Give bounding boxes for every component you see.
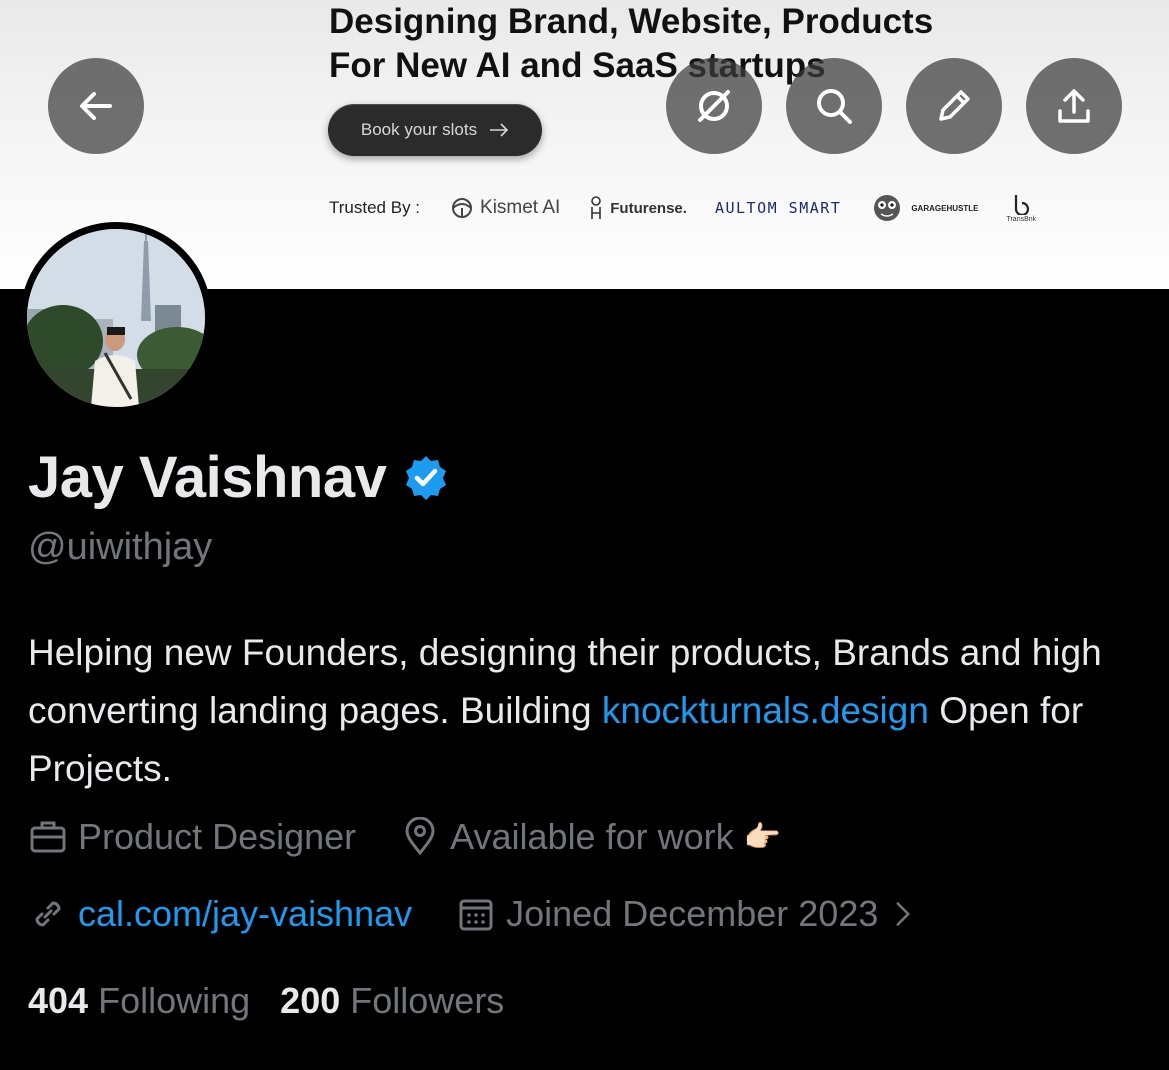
- grok-button[interactable]: [666, 58, 762, 154]
- following-label: Following: [98, 980, 251, 1021]
- trusted-by-label: Trusted By :: [329, 198, 421, 217]
- back-button[interactable]: [48, 58, 144, 154]
- chevron-right-icon: [896, 902, 910, 926]
- book-slots-label: Book your slots: [360, 120, 478, 139]
- following-stat[interactable]: 404 Following: [28, 980, 250, 1022]
- follow-stats: 404 Following 200 Followers: [28, 980, 504, 1022]
- profile-name-row: Jay Vaishnav: [28, 444, 450, 511]
- verified-badge-icon[interactable]: [402, 454, 450, 502]
- futurense-logo: Futurense.: [588, 195, 687, 221]
- pointing-hand-icon: 👉🏻: [743, 820, 781, 854]
- share-icon: [1058, 89, 1090, 123]
- link-icon: [35, 901, 61, 927]
- grok-icon: [698, 90, 730, 122]
- profile-meta-row-1: Product Designer Available for work 👉🏻: [28, 816, 825, 858]
- avatar[interactable]: [20, 222, 212, 414]
- arrow-left-icon: [80, 92, 112, 120]
- transbnk-mark-icon: [1015, 195, 1030, 215]
- profile-name: Jay Vaishnav: [28, 445, 387, 510]
- transbnk-logo: TransBnk: [1006, 193, 1036, 223]
- calendar-icon: [459, 899, 493, 931]
- trusted-by-row: Trusted By : Kismet AI Futurense. AULTOM…: [329, 188, 1129, 228]
- location-text: Available for work: [450, 816, 734, 857]
- followers-label: Followers: [350, 980, 505, 1021]
- edit-button[interactable]: [906, 58, 1002, 154]
- website-item[interactable]: cal.com/jay-vaishnav: [28, 893, 412, 935]
- search-icon: [817, 89, 852, 124]
- arrow-right-icon: [490, 123, 509, 137]
- book-slots-button: Book your slots: [328, 104, 542, 156]
- joined-text: Joined December 2023: [506, 893, 879, 934]
- futurense-mark-icon: [591, 196, 602, 219]
- aultom-smart-logo: AULTOM SMART: [714, 199, 842, 217]
- location-pin-icon: [405, 817, 435, 856]
- followers-count: 200: [280, 980, 341, 1021]
- following-count: 404: [28, 980, 89, 1021]
- bio-link[interactable]: knockturnals.design: [602, 690, 929, 731]
- profile-meta-row-2: cal.com/jay-vaishnav Joined December 202…: [28, 893, 962, 935]
- website-link[interactable]: cal.com/jay-vaishnav: [78, 893, 412, 935]
- profession-item: Product Designer: [28, 816, 356, 858]
- kismet-logo: Kismet AI: [450, 196, 560, 220]
- garage-hustle-logo: GARAGEHUSTLE: [869, 190, 978, 226]
- avatar-photo: [27, 229, 205, 407]
- profession-text: Product Designer: [78, 816, 357, 857]
- garage-hustle-mascot-icon: [874, 195, 901, 221]
- joined-item[interactable]: Joined December 2023: [456, 893, 918, 935]
- banner-headline-line1: Designing Brand, Website, Products: [329, 2, 934, 41]
- briefcase-icon: [30, 821, 66, 853]
- search-button[interactable]: [786, 58, 882, 154]
- edit-icon: [939, 90, 970, 121]
- avatar-scene: [27, 229, 205, 407]
- share-button[interactable]: [1026, 58, 1122, 154]
- followers-stat[interactable]: 200 Followers: [280, 980, 504, 1022]
- profile-handle: @uiwithjay: [28, 526, 213, 568]
- location-item: Available for work 👉🏻: [400, 816, 781, 858]
- profile-bio: Helping new Founders, designing their pr…: [28, 624, 1138, 798]
- kismet-mark-icon: [452, 198, 473, 218]
